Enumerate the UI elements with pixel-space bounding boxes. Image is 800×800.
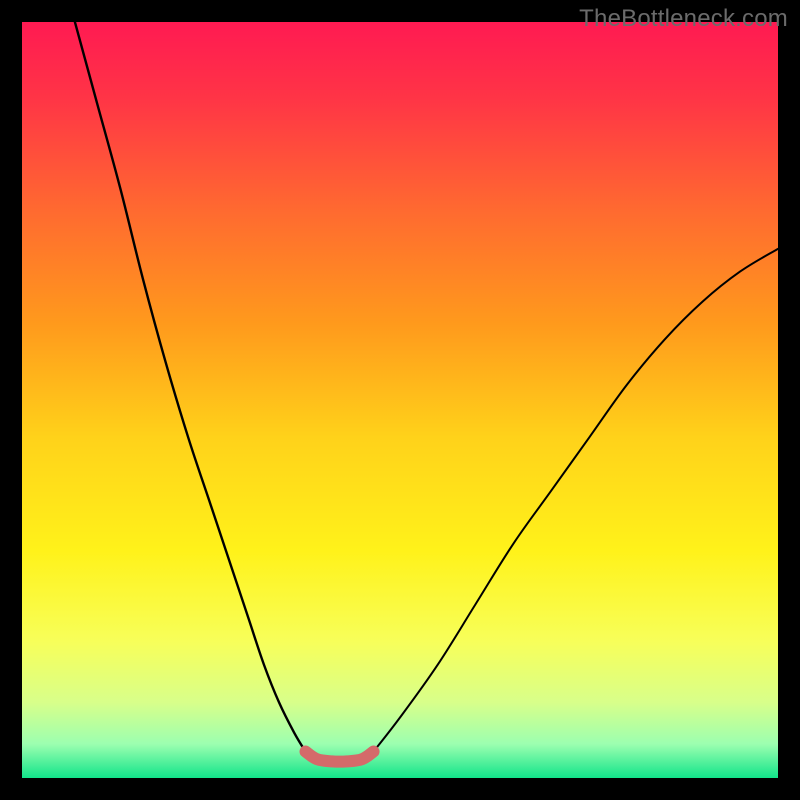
curve-right-branch [374, 249, 778, 752]
curve-layer [22, 22, 778, 778]
chart-stage: TheBottleneck.com [0, 0, 800, 800]
curve-left-branch [75, 22, 306, 752]
plot-area [22, 22, 778, 778]
curve-trough-highlight [306, 752, 374, 762]
watermark-text: TheBottleneck.com [579, 5, 788, 33]
